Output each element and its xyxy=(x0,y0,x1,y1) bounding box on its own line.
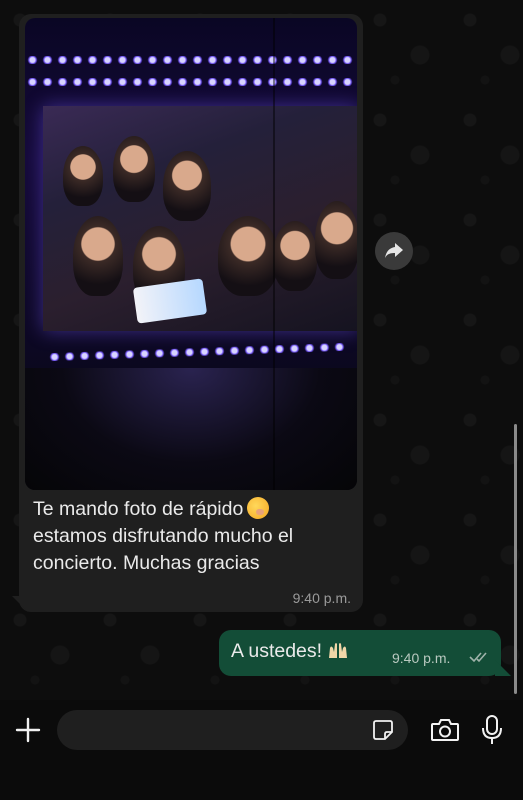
chat-area: Te mando foto de rápido estamos disfruta… xyxy=(0,0,523,700)
crowd-person xyxy=(218,216,278,296)
crowd-person xyxy=(163,151,211,221)
outgoing-text-content: A ustedes! xyxy=(231,640,323,662)
outgoing-bubble-tail xyxy=(495,660,511,676)
crowd-person xyxy=(113,136,155,202)
incoming-message-bubble[interactable]: Te mando foto de rápido estamos disfruta… xyxy=(19,14,363,612)
stage-lights-bottom xyxy=(46,342,348,362)
crowd-person xyxy=(273,221,317,291)
camera-icon[interactable] xyxy=(430,717,460,743)
forward-arrow-icon xyxy=(385,243,403,258)
caption-line-3: concierto. Muchas gracias xyxy=(33,552,260,574)
face-with-hand-over-mouth-icon xyxy=(247,497,270,519)
raising-hands-icon xyxy=(329,643,348,658)
outgoing-timestamp: 9:40 p.m. xyxy=(392,650,451,666)
forward-button[interactable] xyxy=(375,232,413,270)
crowd-person xyxy=(315,201,357,279)
microphone-icon[interactable] xyxy=(480,714,504,746)
chat-scrollbar[interactable] xyxy=(514,424,517,694)
crowd-person xyxy=(73,216,123,296)
caption-line-2: estamos disfrutando mucho el xyxy=(33,525,294,547)
concert-photo[interactable] xyxy=(25,18,357,490)
stage-pillar xyxy=(273,18,275,490)
message-input[interactable] xyxy=(57,710,408,750)
caption-line-1: Te mando foto de rápido xyxy=(33,496,353,523)
double-check-icon xyxy=(469,652,487,663)
crowd-person xyxy=(63,146,103,206)
stage-lights-top xyxy=(25,56,357,64)
stage-lights-second xyxy=(25,78,357,86)
sticker-icon[interactable] xyxy=(372,719,394,741)
incoming-timestamp: 9:40 p.m. xyxy=(292,590,351,606)
outgoing-text: A ustedes! xyxy=(231,640,350,663)
incoming-bubble-tail xyxy=(12,596,28,612)
incoming-caption: Te mando foto de rápido estamos disfruta… xyxy=(33,496,353,577)
plus-icon[interactable] xyxy=(14,716,42,744)
message-input-bar xyxy=(0,700,523,800)
outgoing-message-bubble[interactable]: A ustedes! 9:40 p.m. xyxy=(219,630,501,676)
stage-floor xyxy=(25,368,357,490)
